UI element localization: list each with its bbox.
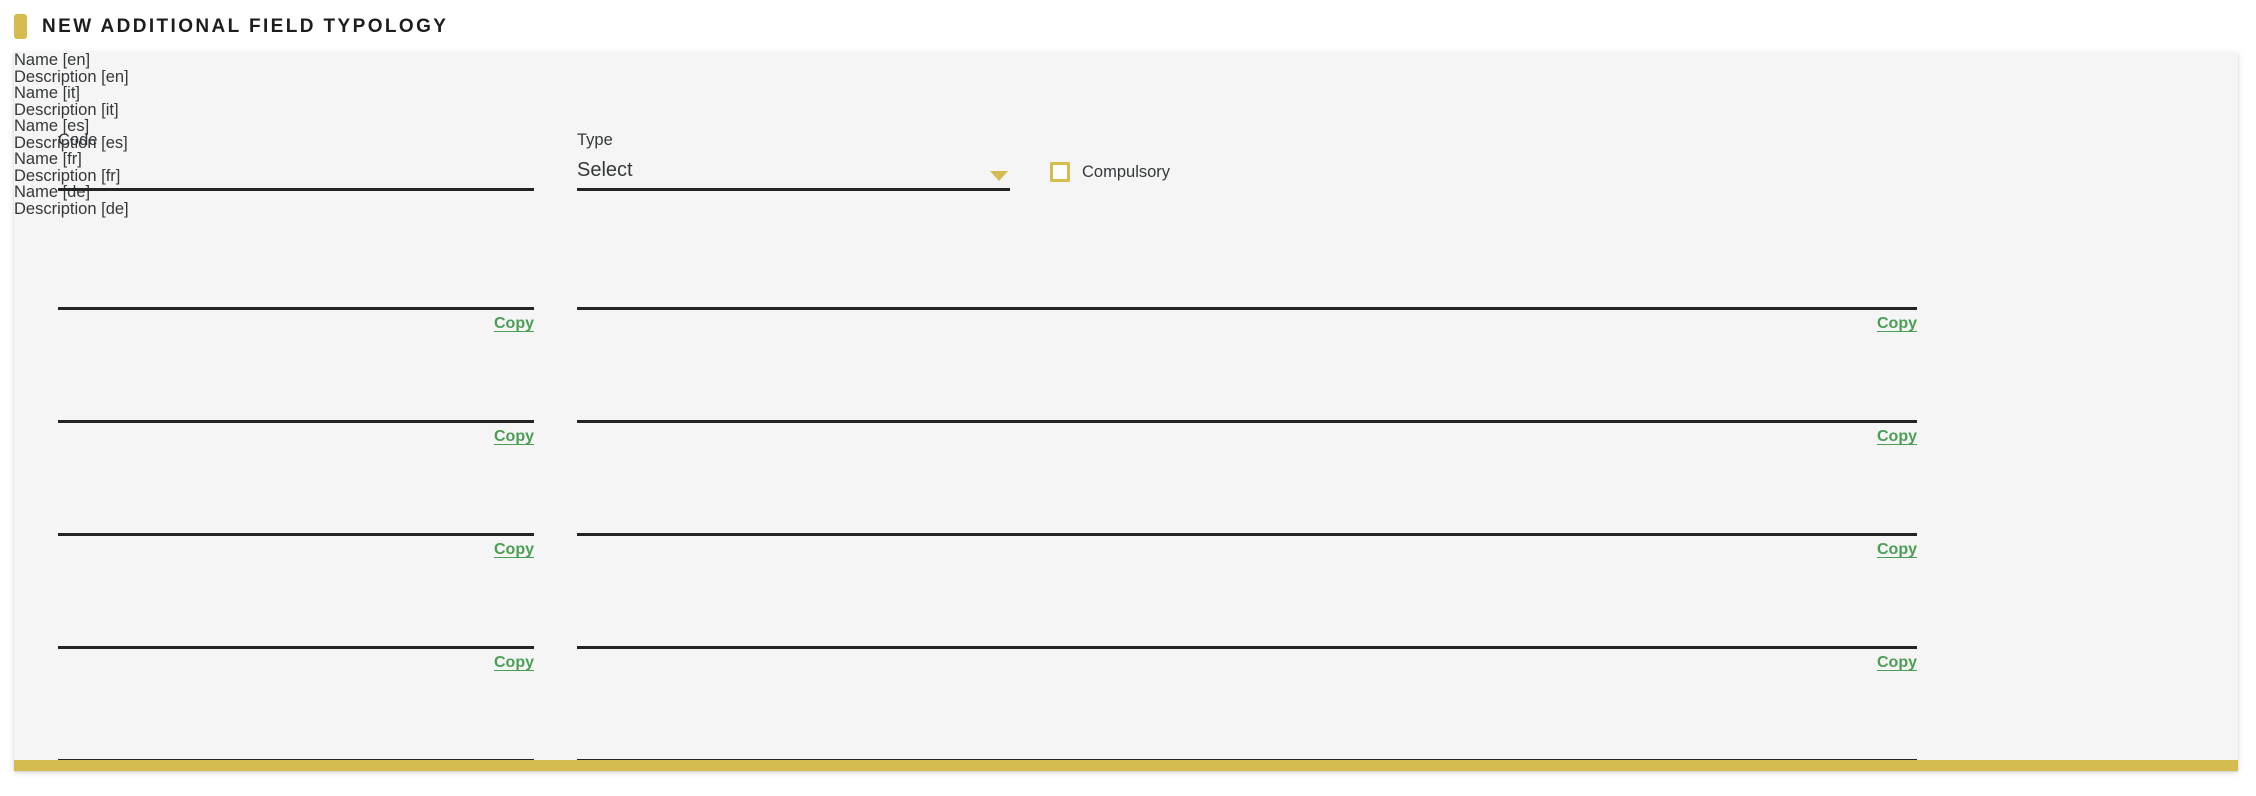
type-select-value[interactable]: Select <box>577 160 633 180</box>
checkbox-box-icon[interactable] <box>1050 162 1070 182</box>
name-input-fr[interactable] <box>58 646 534 649</box>
compulsory-checkbox[interactable]: Compulsory <box>1050 162 1170 182</box>
description-input-en[interactable] <box>577 307 1917 310</box>
compulsory-label: Compulsory <box>1082 162 1171 181</box>
copy-link-name-en[interactable]: Copy <box>58 316 534 332</box>
code-label: Code <box>58 131 98 149</box>
description-label-es: Description [es] <box>14 133 128 152</box>
card-bottom-accent <box>14 760 2238 771</box>
name-input-es[interactable] <box>58 533 534 536</box>
copy-link-description-es[interactable]: Copy <box>577 542 1917 558</box>
name-input-en[interactable] <box>58 307 534 310</box>
title-marker-icon <box>14 13 27 39</box>
page-header: NEW ADDITIONAL FIELD TYPOLOGY <box>0 0 2256 52</box>
type-select-underline[interactable] <box>577 188 1010 191</box>
name-input-it[interactable] <box>58 420 534 423</box>
description-input-it[interactable] <box>577 420 1917 423</box>
chevron-down-icon[interactable] <box>990 171 1008 181</box>
name-label-es: Name [es] <box>14 117 90 135</box>
copy-link-description-en[interactable]: Copy <box>577 316 1917 332</box>
name-label-it: Name [it] <box>14 84 81 102</box>
name-label-en: Name [en] <box>14 52 91 69</box>
description-input-fr[interactable] <box>577 646 1917 649</box>
description-input-es[interactable] <box>577 533 1917 536</box>
copy-link-name-it[interactable]: Copy <box>58 429 534 445</box>
copy-link-description-fr[interactable]: Copy <box>577 655 1917 671</box>
type-label: Type <box>577 131 613 149</box>
copy-link-description-it[interactable]: Copy <box>577 429 1917 445</box>
description-label-it: Description [it] <box>14 100 119 119</box>
copy-link-name-es[interactable]: Copy <box>58 542 534 558</box>
code-input[interactable] <box>58 188 534 191</box>
description-label-en: Description [en] <box>14 67 129 86</box>
description-label-de: Description [de] <box>14 199 129 218</box>
field-typology-card: Code Type Select Compulsory Name [en] Co… <box>14 52 2238 771</box>
field-typology-form: Code Type Select Compulsory Name [en] Co… <box>14 52 2238 771</box>
copy-link-name-fr[interactable]: Copy <box>58 655 534 671</box>
name-label-de: Name [de] <box>14 183 91 201</box>
page-title: NEW ADDITIONAL FIELD TYPOLOGY <box>42 15 449 37</box>
